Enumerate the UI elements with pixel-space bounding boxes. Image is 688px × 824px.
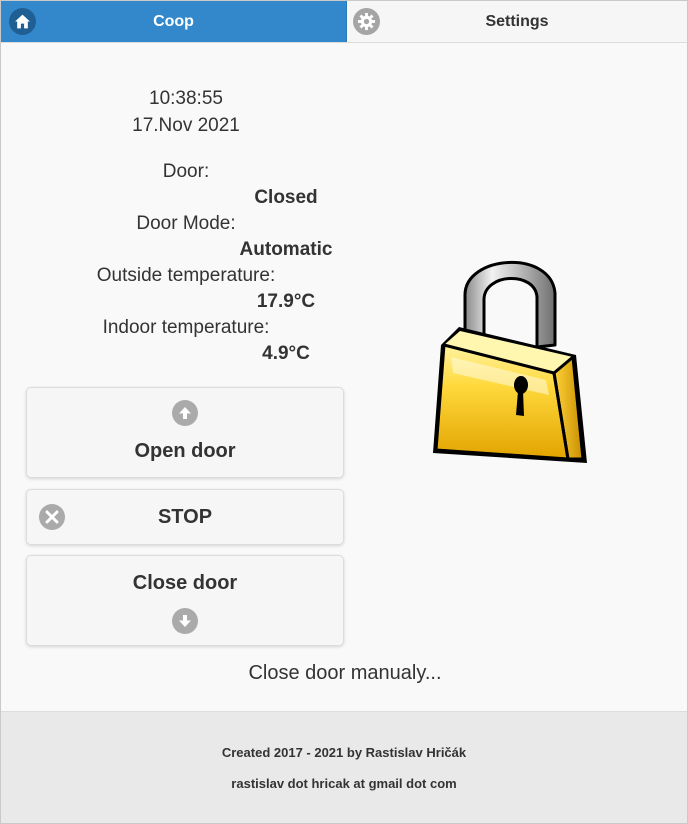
tab-coop-label: Coop [153,12,194,30]
open-door-label: Open door [134,440,236,462]
footer-email: rastislav dot hricak at gmail dot com [231,776,457,791]
door-mode-label: Door Mode: [136,213,236,234]
padlock-closed-icon [433,261,587,463]
arrow-up-icon [172,400,198,426]
indoor-temp-label: Indoor temperature: [102,317,270,338]
close-door-manually-link[interactable]: Close door manualy... [1,662,687,685]
clock-time: 10:38:55 [149,88,223,109]
footer: Created 2017 - 2021 by Rastislav Hričák … [1,711,687,823]
tab-coop[interactable]: Coop [1,1,347,42]
navbar: Coop Settings [1,1,687,43]
footer-credits: Created 2017 - 2021 by Rastislav Hričák [221,745,467,760]
gear-icon [353,8,380,35]
outside-temp-label: Outside temperature: [96,265,276,286]
stop-label: STOP [157,506,213,528]
arrow-down-icon [172,608,198,634]
close-door-label: Close door [132,572,238,594]
tab-settings[interactable]: Settings [347,1,687,42]
clock-date: 17.Nov 2021 [132,115,240,136]
door-mode-value: Automatic [239,239,333,260]
home-icon [9,8,36,35]
app-frame: Coop Settings 10:38:55 17.Nov 2021 Door:… [0,0,688,824]
tab-settings-label: Settings [485,12,549,30]
open-door-button[interactable]: Open door [26,387,344,478]
indoor-temp-value: 4.9°C [262,343,310,364]
stop-button[interactable]: STOP [26,489,344,545]
outside-temp-value: 17.9°C [256,291,316,312]
close-door-button[interactable]: Close door [26,555,344,646]
door-value: Closed [254,187,318,208]
door-label: Door: [162,161,210,182]
